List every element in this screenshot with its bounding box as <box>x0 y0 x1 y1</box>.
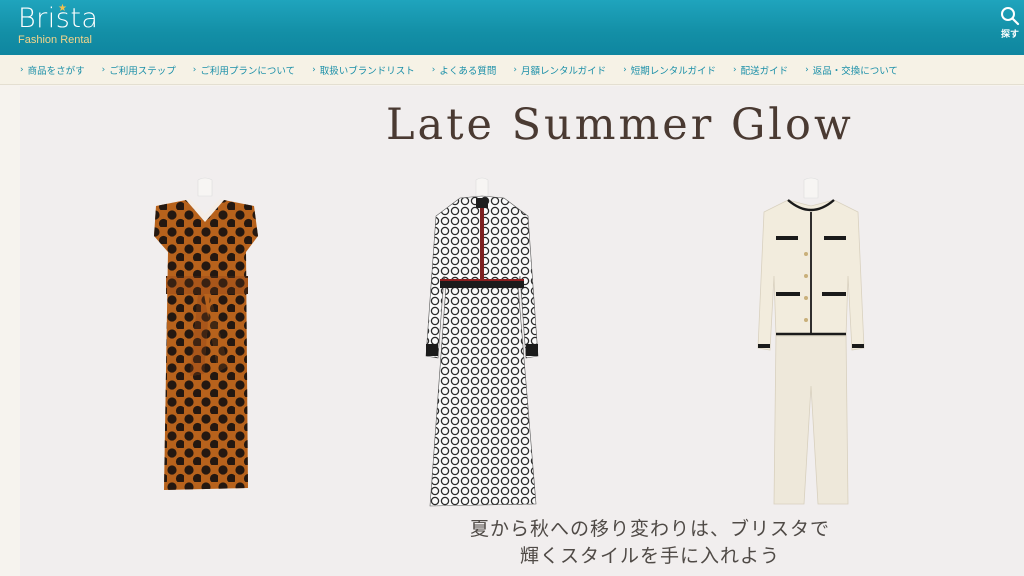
search-button[interactable]: 探す <box>998 6 1022 40</box>
nav-item-usage-steps[interactable]: › ご利用ステップ <box>102 63 176 77</box>
chevron-right-icon: › <box>431 64 436 75</box>
nav-item-label: 配送ガイド <box>740 65 789 77</box>
nav-item-label: ご利用ステップ <box>109 65 176 77</box>
nav-item-label: よくある質問 <box>439 65 497 77</box>
nav-item-label: 取扱いブランドリスト <box>319 65 415 77</box>
nav-item-monthly-guide[interactable]: › 月額レンタルガイド <box>513 63 606 77</box>
brista-logo[interactable]: ★ Brista Fashion Rental <box>18 3 98 46</box>
logo-star-icon: ★ <box>58 3 67 14</box>
cream-suit-image[interactable] <box>754 176 868 506</box>
nav-item-label: 商品をさがす <box>27 65 85 77</box>
banner-caption: 夏から秋への移り変わりは、ブリスタで 輝くスタイルを手に入れよう <box>420 516 880 570</box>
search-icon <box>1001 7 1020 26</box>
caption-line-1: 夏から秋への移り変わりは、ブリスタで <box>469 518 830 540</box>
chevron-right-icon: › <box>192 64 197 75</box>
chevron-right-icon: › <box>513 64 517 75</box>
site-header: ★ Brista Fashion Rental 探す <box>0 0 1024 55</box>
nav-item-label: ご利用プランについて <box>200 65 296 77</box>
chevron-right-icon: › <box>20 64 24 75</box>
nav-item-short-term-guide[interactable]: › 短期レンタルガイド <box>623 63 716 77</box>
nav-item-label: 月額レンタルガイド <box>520 65 607 77</box>
polka-dot-dress-image[interactable] <box>150 176 270 494</box>
chevron-right-icon: › <box>805 64 809 75</box>
nav-item-faq[interactable]: › よくある質問 <box>432 63 497 77</box>
hero-banner[interactable]: Late Summer Glow 夏から秋への移り変わりは、ブリスタで 輝くスタ… <box>20 86 1024 576</box>
nav-item-label: 短期レンタルガイド <box>630 65 716 77</box>
nav-item-shipping-guide[interactable]: › 配送ガイド <box>733 63 788 77</box>
banner-headline: Late Summer Glow <box>386 100 854 150</box>
print-dress-image[interactable] <box>420 176 544 508</box>
chevron-right-icon: › <box>623 64 627 75</box>
chevron-right-icon: › <box>732 64 737 75</box>
nav-item-search-products[interactable]: › 商品をさがす <box>20 63 85 77</box>
nav-item-label: 返品・交換について <box>812 65 898 77</box>
nav-item-returns[interactable]: › 返品・交換について <box>805 63 898 77</box>
nav-item-plans[interactable]: › ご利用プランについて <box>193 63 295 77</box>
chevron-right-icon: › <box>101 64 106 75</box>
caption-line-2: 輝くスタイルを手に入れよう <box>519 545 780 567</box>
search-label: 探す <box>1000 30 1019 40</box>
chevron-right-icon: › <box>312 64 316 75</box>
logo-subtitle: Fashion Rental <box>18 34 92 46</box>
main-nav: › 商品をさがす › ご利用ステップ › ご利用プランについて › 取扱いブランドリスト… <box>0 55 1024 85</box>
nav-item-brand-list[interactable]: › 取扱いブランドリスト <box>312 63 415 77</box>
